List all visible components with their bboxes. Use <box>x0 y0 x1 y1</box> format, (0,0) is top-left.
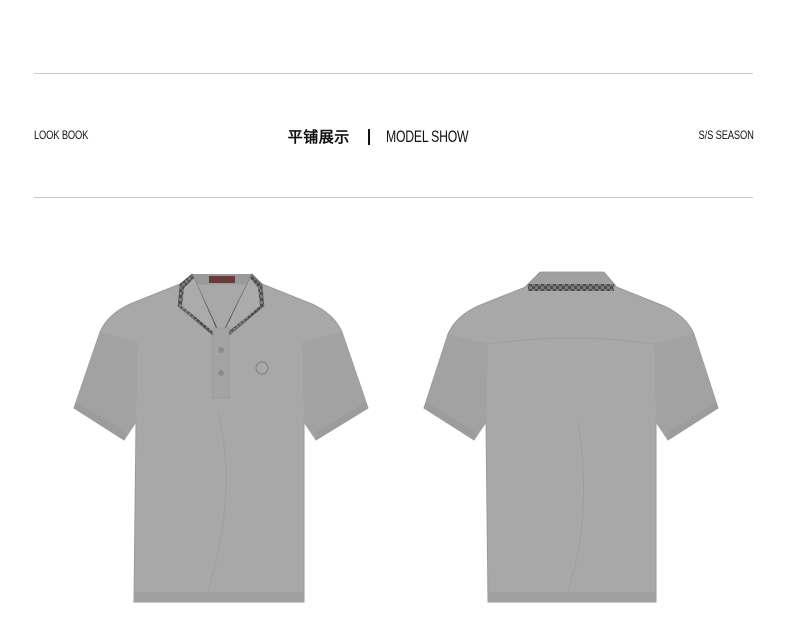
polo-shirt-front-image <box>68 262 378 607</box>
title-separator <box>367 129 370 145</box>
polo-shirt-back-image <box>418 262 728 607</box>
section-title-en: MODEL SHOW <box>385 127 469 146</box>
top-divider <box>34 73 753 74</box>
section-header: LOOK BOOK 平铺展示 MODEL SHOW S/S SEASON <box>34 124 754 150</box>
section-title: 平铺展示 MODEL SHOW <box>34 124 754 150</box>
bottom-divider <box>34 197 753 198</box>
season-label: S/S SEASON <box>698 128 754 142</box>
polo-shirt-back-icon <box>423 271 719 603</box>
section-title-cn: 平铺展示 <box>287 128 350 146</box>
polo-shirt-front-icon <box>73 273 369 603</box>
